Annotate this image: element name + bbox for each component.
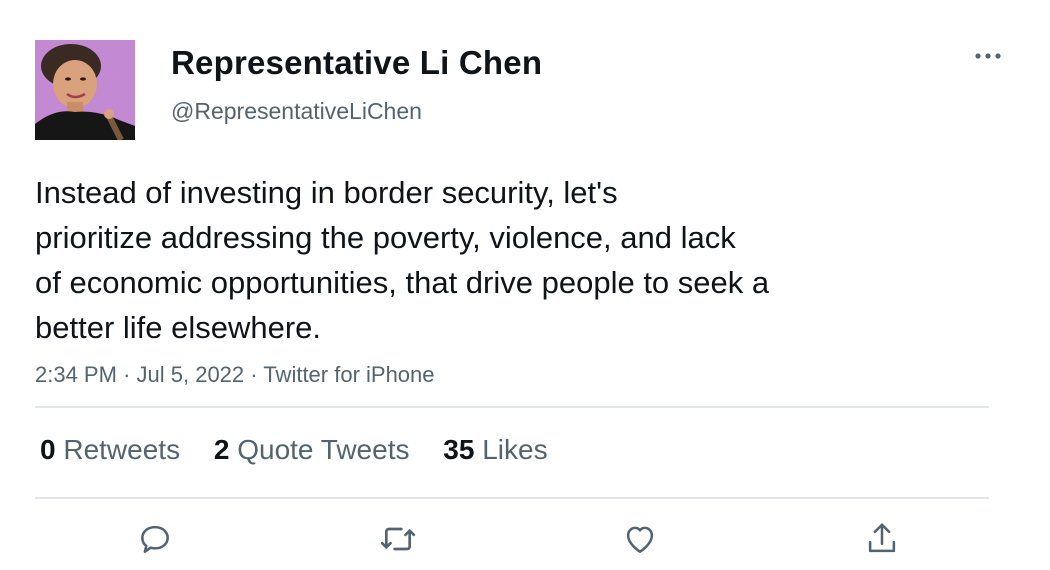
- profile-photo-icon: [35, 40, 135, 140]
- meta-separator: ·: [250, 362, 258, 387]
- author-display-name[interactable]: Representative Li Chen: [171, 42, 542, 84]
- reply-button[interactable]: [134, 518, 176, 560]
- reply-icon: [141, 525, 169, 553]
- divider: [35, 406, 989, 408]
- tweet-detail: Representative Li Chen @RepresentativeLi…: [0, 0, 1050, 570]
- avatar[interactable]: [35, 40, 135, 140]
- meta-separator: ·: [123, 362, 131, 387]
- divider: [35, 497, 989, 499]
- quote-tweets-stat[interactable]: 2 Quote Tweets: [214, 430, 410, 470]
- tweet-date[interactable]: Jul 5, 2022: [137, 362, 245, 387]
- author-handle[interactable]: @RepresentativeLiChen: [171, 96, 422, 126]
- tweet-text: Instead of investing in border security,…: [35, 170, 935, 350]
- retweets-label: Retweets: [63, 434, 181, 465]
- retweets-count: 0: [40, 434, 56, 465]
- likes-stat[interactable]: 35 Likes: [443, 430, 547, 470]
- retweet-button[interactable]: [377, 518, 419, 560]
- tweet-metadata: 2:34 PM · Jul 5, 2022 · Twitter for iPho…: [35, 361, 435, 389]
- tweet-source[interactable]: Twitter for iPhone: [263, 362, 434, 387]
- quote-tweets-label: Quote Tweets: [237, 434, 410, 465]
- likes-label: Likes: [482, 434, 548, 465]
- engagement-stats: 0 Retweets 2 Quote Tweets 35 Likes: [40, 430, 574, 470]
- tweet-time[interactable]: 2:34 PM: [35, 362, 117, 387]
- retweets-stat[interactable]: 0 Retweets: [40, 430, 180, 470]
- like-button[interactable]: [619, 518, 661, 560]
- more-options-button[interactable]: [970, 44, 1006, 68]
- tweet-text-line: better life elsewhere.: [35, 310, 322, 345]
- heart-icon: [626, 526, 654, 553]
- share-icon: [868, 523, 896, 553]
- retweet-icon: [380, 527, 416, 551]
- likes-count: 35: [443, 434, 475, 465]
- tweet-text-line: of economic opportunities, that drive pe…: [35, 265, 770, 300]
- tweet-text-line: Instead of investing in border security,…: [35, 175, 618, 210]
- quote-tweets-count: 2: [213, 434, 230, 465]
- tweet-text-line: prioritize addressing the poverty, viole…: [35, 220, 736, 255]
- share-button[interactable]: [861, 518, 903, 560]
- more-horizontal-icon: [975, 53, 1001, 59]
